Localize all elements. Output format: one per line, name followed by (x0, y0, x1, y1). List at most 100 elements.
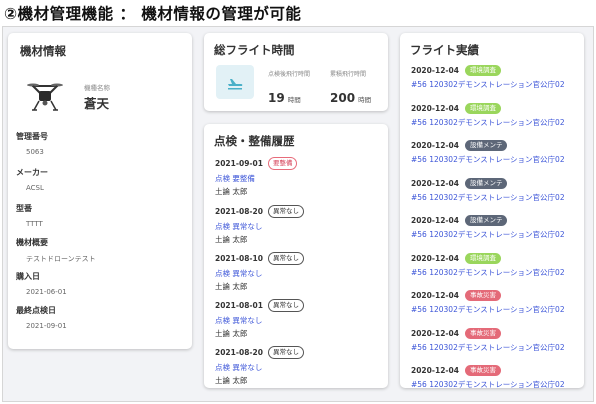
record-link[interactable]: #56 120302デモンストレーション官公庁02 (411, 79, 565, 90)
maintenance-status-badge: 異常なし (267, 252, 304, 265)
record-category-tag: 事故災害 (464, 290, 501, 301)
maintenance-person: 土論 太郎 (215, 235, 248, 244)
flight-record-entry: 2020-12-04 設備メンテ #56 120302デモンストレーション官公庁02 (411, 215, 565, 240)
record-date: 2020-12-04 (411, 66, 459, 75)
maintenance-status-badge: 異常なし (267, 346, 304, 359)
stat-value: 19 (268, 91, 285, 105)
stat-after-inspection: 点検後飛行時間 19 時間 (268, 69, 310, 106)
records-title: フライト実績 (410, 43, 479, 57)
record-date: 2020-12-04 (411, 366, 459, 375)
field-purchase-date: 購入日 2021-06-01 (16, 271, 67, 296)
maintenance-link[interactable]: 点検 異常なし (215, 221, 304, 232)
field-overview: 機材概要 テストドローンテスト (16, 237, 96, 264)
record-link[interactable]: #56 120302デモンストレーション官公庁02 (411, 267, 565, 278)
record-link[interactable]: #56 120302デモンストレーション官公庁02 (411, 342, 565, 353)
maintenance-status-badge: 異常なし (267, 205, 304, 218)
flight-record-entry: 2020-12-04 事故災害 #56 120302デモンストレーション官公庁02 (411, 327, 565, 353)
maintenance-link[interactable]: 点検 異常なし (215, 315, 304, 326)
maintenance-entry: 2021-08-10 異常なし点検 異常なし 土論 太郎 (215, 252, 304, 292)
record-category-tag: 環境調査 (464, 65, 501, 76)
maintenance-status-badge: 要整備 (267, 157, 298, 170)
maintenance-status-badge: 異常なし (267, 299, 304, 312)
maintenance-date: 2021-08-01 (215, 301, 263, 310)
flight-record-entry: 2020-12-04 環境調査 #56 120302デモンストレーション官公庁02 (411, 65, 565, 90)
field-manufacturer: メーカー ACSL (16, 167, 48, 192)
field-management-number: 管理番号 5063 (16, 131, 48, 156)
field-label: 購入日 (16, 272, 40, 281)
record-date: 2020-12-04 (411, 291, 459, 300)
stat-value: 200 (330, 91, 356, 105)
stat-label: 累積飛行時間 (330, 71, 367, 78)
record-category-tag: 事故災害 (464, 327, 501, 339)
maintenance-date: 2021-08-10 (215, 254, 263, 263)
field-label: 型番 (16, 204, 32, 213)
record-date: 2020-12-04 (411, 178, 459, 188)
field-value: 5063 (26, 148, 44, 156)
record-date: 2020-12-04 (411, 253, 459, 263)
record-link[interactable]: #56 120302デモンストレーション官公庁02 (411, 229, 565, 240)
model-name-value: 蒼天 (84, 96, 110, 111)
flight-record-entry: 2020-12-04 設備メンテ #56 120302デモンストレーション官公庁02 (411, 177, 565, 203)
maintenance-person: 土論 太郎 (215, 187, 248, 196)
field-value: テストドローンテスト (26, 255, 96, 263)
field-label: メーカー (16, 168, 48, 177)
field-value: 2021-06-01 (26, 288, 67, 296)
record-category-tag: 設備メンテ (464, 177, 508, 189)
record-date: 2020-12-04 (411, 216, 459, 225)
flight-record-entry: 2020-12-04 事故災害 #56 120302デモンストレーション官公庁02 (411, 365, 565, 388)
maintenance-link[interactable]: 点検 異常なし (215, 362, 304, 373)
flight-time-title: 総フライト時間 (214, 43, 295, 57)
field-value: TTTT (26, 220, 43, 228)
field-label: 最終点検日 (16, 306, 56, 315)
record-category-tag: 環境調査 (464, 102, 501, 114)
maintenance-date: 2021-08-20 (215, 348, 263, 357)
record-category-tag: 環境調査 (464, 252, 501, 264)
maintenance-entry: 2021-08-01 異常なし点検 異常なし 土論 太郎 (215, 299, 304, 339)
field-value: 2021-09-01 (26, 322, 67, 330)
record-category-tag: 設備メンテ (464, 140, 508, 151)
maintenance-person: 土論 太郎 (215, 376, 248, 385)
record-link[interactable]: #56 120302デモンストレーション官公庁02 (411, 379, 565, 388)
field-value: ACSL (26, 184, 44, 192)
equipment-card-title: 機材情報 (20, 44, 66, 58)
page-heading: ②機材管理機能 ： 機材情報の管理が可能 (4, 5, 302, 23)
drone-image (26, 77, 64, 115)
stat-label: 点検後飛行時間 (268, 71, 311, 78)
flight-record-entry: 2020-12-04 設備メンテ #56 120302デモンストレーション官公庁02 (411, 140, 565, 165)
record-date: 2020-12-04 (411, 141, 459, 150)
maintenance-history-card: 点検・整備履歴 2021-09-01 要整備 点検 要整備 土論 太郎 2021-08-… (204, 124, 388, 388)
field-model-number: 型番 TTTT (16, 203, 43, 228)
flight-record-entry: 2020-12-04 事故災害 #56 120302デモンストレーション官公庁02 (411, 290, 565, 315)
flight-record-entry: 2020-12-04 環境調査 #56 120302デモンストレーション官公庁02 (411, 252, 565, 278)
field-label: 機材概要 (16, 238, 48, 247)
airplane-takeoff-icon (216, 65, 254, 99)
maintenance-date: 2021-09-01 (215, 159, 263, 168)
record-link[interactable]: #56 120302デモンストレーション官公庁02 (411, 192, 565, 203)
record-category-tag: 事故災害 (464, 365, 501, 376)
record-category-tag: 設備メンテ (464, 215, 508, 226)
maintenance-link[interactable]: 点検 要整備 (215, 173, 297, 184)
maintenance-person: 土論 太郎 (215, 329, 248, 338)
record-date: 2020-12-04 (411, 103, 459, 113)
maintenance-entry: 2021-08-20 異常なし点検 異常なし 土論 太郎 (215, 205, 304, 245)
maintenance-link[interactable]: 点検 異常なし (215, 268, 304, 279)
maintenance-entry: 2021-08-20 異常なし点検 異常なし 土論 太郎 (215, 346, 304, 386)
equipment-info-card: 機材情報 機種名称 蒼天 管理番号 5063 メーカー ACSL 型番 TTTT… (8, 33, 192, 349)
maintenance-person: 土論 太郎 (215, 282, 248, 291)
flight-time-card: 総フライト時間 点検後飛行時間 19 時間 累積飛行時間 200 時間 (204, 33, 388, 111)
record-link[interactable]: #56 120302デモンストレーション官公庁02 (411, 154, 565, 165)
stat-unit: 時間 (358, 96, 372, 104)
maintenance-entry: 2021-09-01 要整備点検 要整備 土論 太郎 (215, 157, 298, 197)
flight-records-card: フライト実績 2020-12-04 環境調査 #56 120302デモンストレーショ… (400, 33, 584, 388)
stat-unit: 時間 (287, 96, 301, 104)
model-name-label: 機種名称 (84, 84, 110, 92)
field-last-inspection: 最終点検日 2021-09-01 (16, 305, 67, 330)
maintenance-date: 2021-08-20 (215, 207, 263, 216)
record-link[interactable]: #56 120302デモンストレーション官公庁02 (411, 117, 565, 128)
record-date: 2020-12-04 (411, 328, 459, 338)
maintenance-title: 点検・整備履歴 (214, 134, 295, 148)
record-link[interactable]: #56 120302デモンストレーション官公庁02 (411, 304, 565, 315)
flight-record-entry: 2020-12-04 環境調査 #56 120302デモンストレーション官公庁02 (411, 102, 565, 128)
field-label: 管理番号 (16, 132, 48, 141)
stat-cumulative: 累積飛行時間 200 時間 (330, 69, 371, 106)
